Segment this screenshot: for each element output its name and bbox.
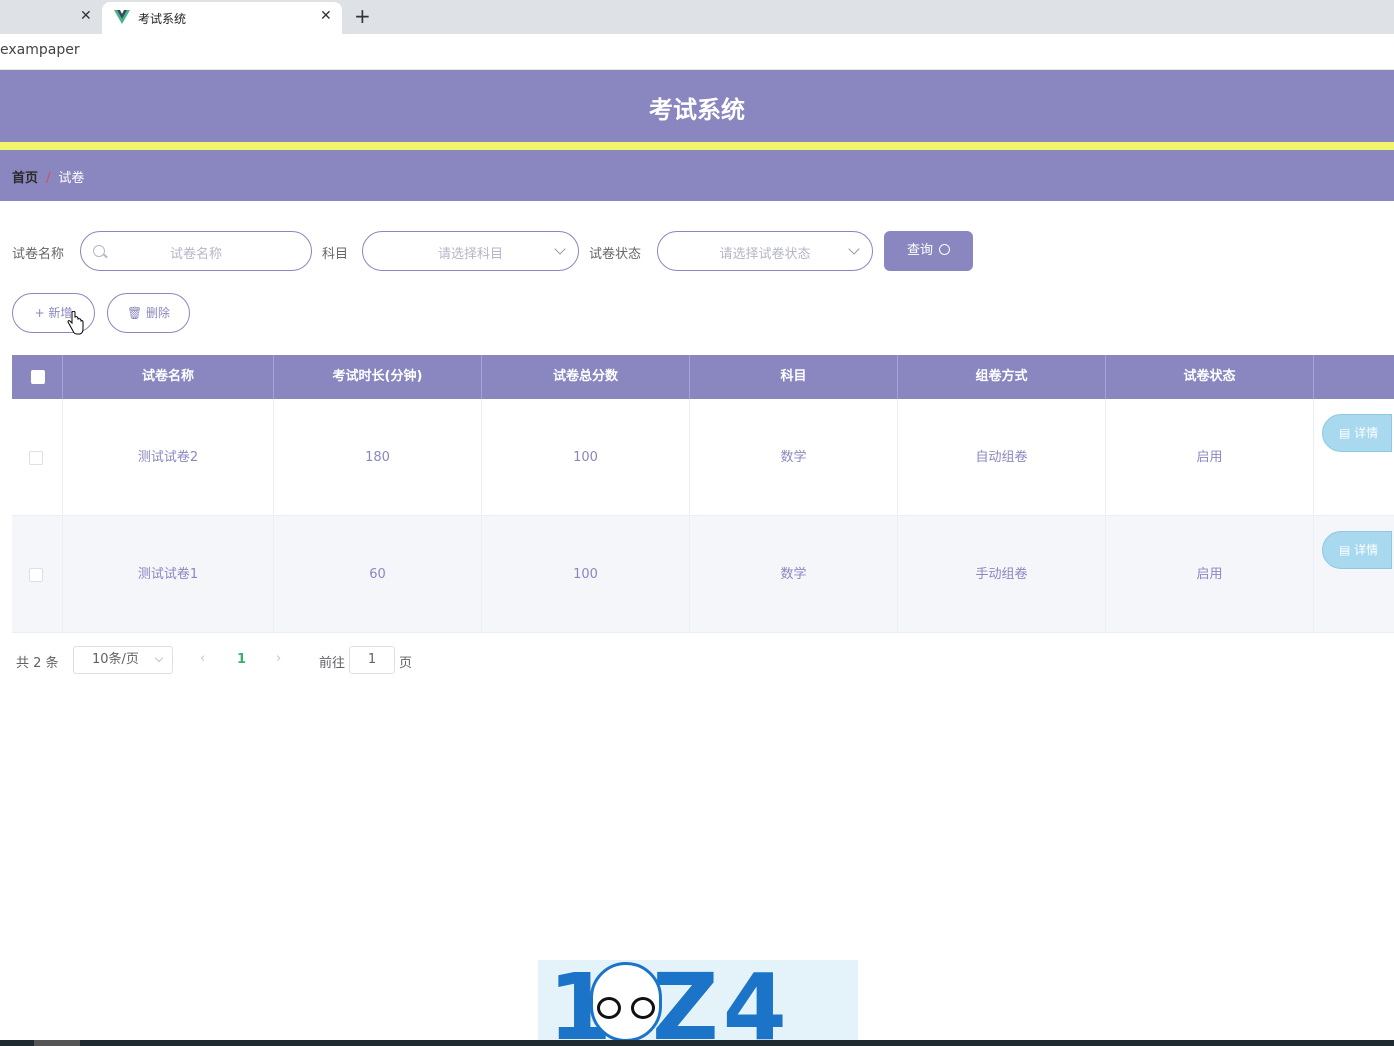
new-tab-plus-icon[interactable]: + (354, 4, 371, 28)
taskbar-strip (0, 1040, 1394, 1046)
header-checkbox-cell (12, 355, 63, 399)
detail-button-label: 详情 (1354, 543, 1379, 557)
goto-page-input[interactable]: 1 (349, 646, 395, 674)
status-select[interactable]: 请选择试卷状态 (657, 231, 873, 271)
cell-duration: 180 (274, 399, 482, 516)
column-header-status: 试卷状态 (1106, 355, 1314, 399)
header-divider (0, 142, 1394, 150)
prev-page-icon[interactable]: ‹ (200, 651, 205, 666)
vue-logo-icon (114, 10, 130, 24)
row-checkbox[interactable] (29, 568, 43, 582)
cell-subject: 数学 (690, 399, 898, 516)
mascot-face-icon (590, 962, 662, 1042)
cell-status: 启用 (1106, 399, 1314, 516)
table-row: 测试试卷1 60 100 数学 手动组卷 启用 (12, 516, 1394, 633)
row-checkbox[interactable] (29, 451, 43, 465)
breadcrumb-bar: 首页 / 试卷 (0, 150, 1394, 201)
cell-total: 100 (482, 399, 690, 516)
page-size-value: 10条/页 (92, 652, 139, 667)
app-header: 考试系统 (0, 70, 1394, 142)
breadcrumb-home[interactable]: 首页 (12, 171, 38, 186)
cell-subject: 数学 (690, 516, 898, 633)
cell-name: 测试试卷1 (63, 516, 274, 633)
cell-name: 测试试卷2 (63, 399, 274, 516)
cell-method: 手动组卷 (898, 516, 1106, 633)
table-row: 测试试卷2 180 100 数学 自动组卷 启用 (12, 399, 1394, 516)
status-label: 试卷状态 (589, 247, 642, 262)
column-header-subject: 科目 (690, 355, 898, 399)
subject-select[interactable]: 请选择科目 (362, 231, 579, 271)
total-count: 共 2 条 (16, 656, 59, 671)
column-header-duration: 考试时长(分钟) (274, 355, 482, 399)
detail-button-label: 详情 (1354, 426, 1379, 440)
watermark-logo: 1 Z4 (538, 954, 858, 1046)
taskbar-segment (34, 1040, 80, 1046)
subject-label: 科目 (322, 247, 349, 262)
search-icon (939, 244, 950, 255)
query-button[interactable]: 查询 (884, 231, 973, 271)
chevron-down-icon (154, 653, 164, 663)
cell-status: 启用 (1106, 516, 1314, 633)
page-number-current[interactable]: 1 (237, 652, 246, 667)
delete-button-label: 删除 (146, 306, 171, 320)
close-icon[interactable]: ✕ (80, 8, 92, 24)
address-bar[interactable]: exampaper (0, 34, 1394, 70)
column-header-total: 试卷总分数 (482, 355, 690, 399)
close-icon[interactable]: ✕ (320, 8, 332, 24)
subject-placeholder: 请选择科目 (437, 247, 503, 262)
page-title: 考试系统 (649, 96, 745, 124)
goto-label: 前往 (319, 656, 346, 671)
breadcrumb-separator: / (46, 171, 51, 186)
delete-button[interactable]: 🗑 删除 (107, 293, 190, 333)
detail-button[interactable]: ▤ 详情 (1322, 531, 1392, 569)
exam-name-label: 试卷名称 (12, 247, 65, 262)
glasses-icon (631, 997, 655, 1019)
next-page-icon[interactable]: › (276, 651, 281, 666)
column-header-method: 组卷方式 (898, 355, 1106, 399)
document-icon: ▤ (1339, 543, 1351, 557)
row-checkbox-cell (12, 399, 63, 516)
status-placeholder: 请选择试卷状态 (719, 247, 811, 262)
browser-tab-previous[interactable]: ✕ (0, 0, 100, 34)
cell-total: 100 (482, 516, 690, 633)
document-icon: ▤ (1339, 426, 1351, 440)
watermark-text: 1 Z4 (548, 954, 791, 1046)
exam-name-placeholder: 试卷名称 (169, 247, 222, 262)
column-header-name: 试卷名称 (63, 355, 274, 399)
breadcrumb-current: 试卷 (58, 171, 85, 186)
hand-cursor-icon (67, 311, 84, 335)
exam-name-input[interactable]: 试卷名称 (80, 231, 312, 271)
browser-tab-bar: ✕ 考试系统 ✕ + (0, 0, 1394, 34)
page-unit-label: 页 (399, 656, 413, 671)
trash-icon: 🗑 (126, 306, 143, 320)
detail-button[interactable]: ▤ 详情 (1322, 414, 1392, 452)
column-header-actions (1314, 355, 1394, 399)
glasses-icon (597, 997, 621, 1019)
cell-method: 自动组卷 (898, 399, 1106, 516)
table-header: 试卷名称 考试时长(分钟) 试卷总分数 科目 组卷方式 试卷状态 (12, 355, 1394, 399)
select-all-checkbox[interactable] (31, 370, 45, 384)
url-text[interactable]: exampaper (0, 42, 80, 58)
query-button-label: 查询 (906, 243, 933, 258)
browser-tab-active[interactable]: 考试系统 ✕ (102, 2, 342, 34)
row-checkbox-cell (12, 516, 63, 633)
page-size-select[interactable]: 10条/页 (73, 646, 173, 674)
breadcrumb: 首页 / 试卷 (12, 167, 84, 186)
tab-title: 考试系统 (138, 12, 187, 26)
cell-duration: 60 (274, 516, 482, 633)
